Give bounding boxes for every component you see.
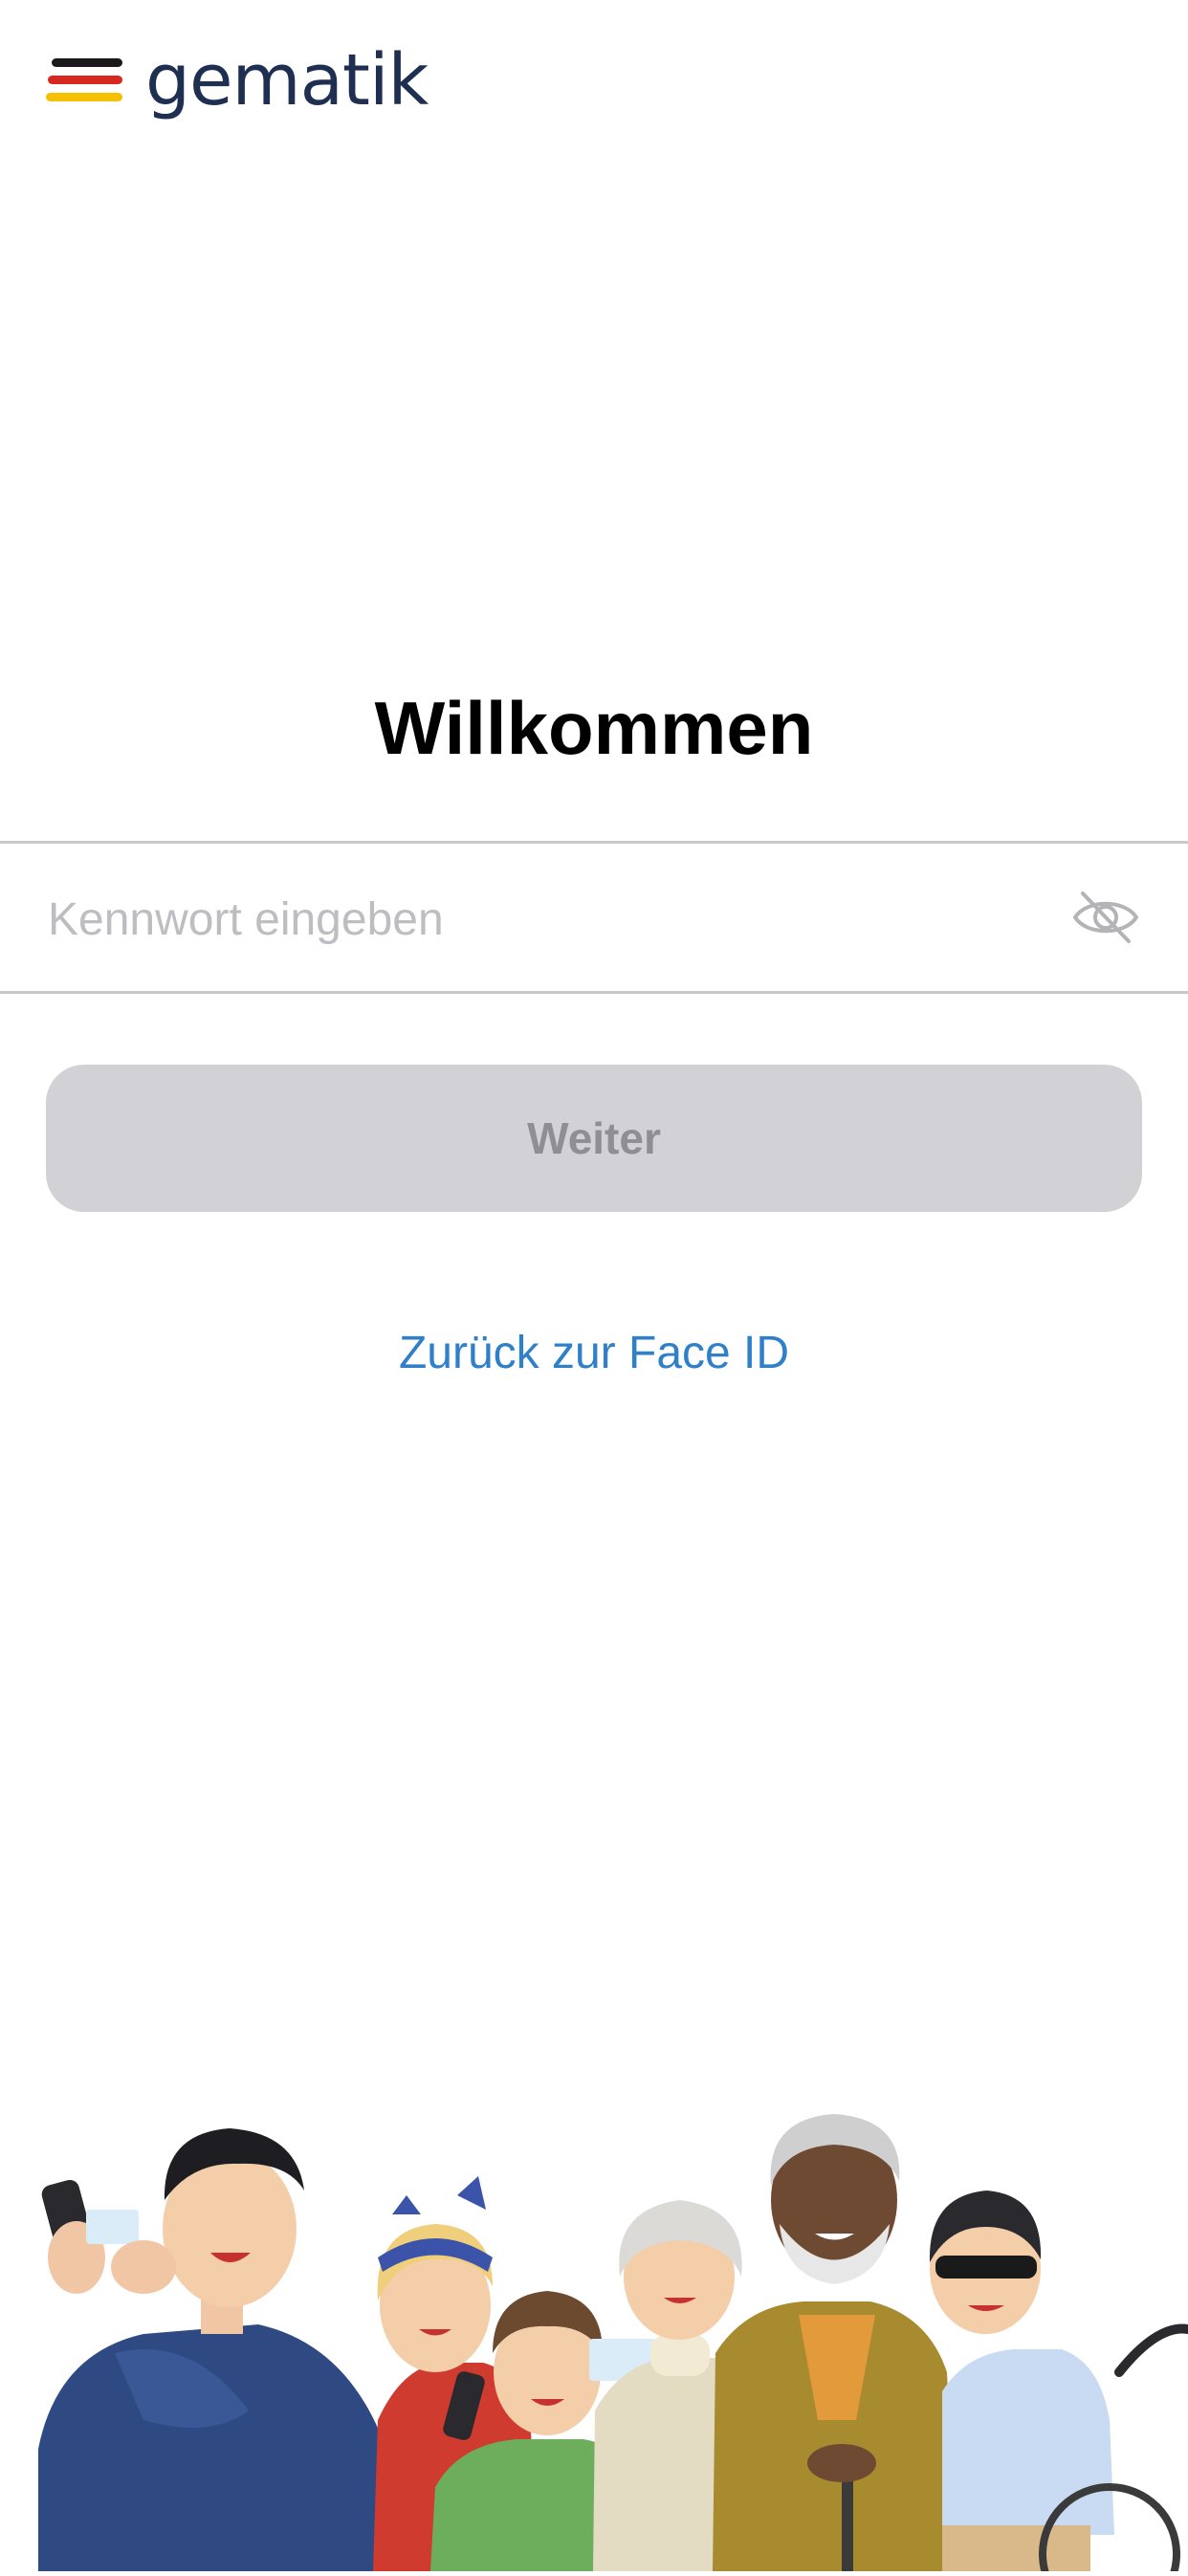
brand-name: gematik — [145, 39, 429, 121]
page-title: Willkommen — [374, 686, 814, 770]
person-man-blue-sweater — [38, 2128, 383, 2571]
continue-button[interactable]: Weiter — [46, 1065, 1142, 1212]
gematik-logo: gematik — [46, 39, 429, 121]
person-older-man-beard — [713, 2114, 957, 2571]
password-input[interactable] — [46, 878, 1006, 960]
eye-slash-icon[interactable] — [1069, 888, 1142, 947]
password-row — [0, 841, 1188, 994]
back-to-faceid-link[interactable]: Zurück zur Face ID — [0, 1320, 1188, 1387]
person-man-wheelchair — [929, 2191, 1188, 2576]
people-group-illustration — [0, 2037, 1188, 2576]
flag-stripes-icon — [46, 58, 122, 102]
